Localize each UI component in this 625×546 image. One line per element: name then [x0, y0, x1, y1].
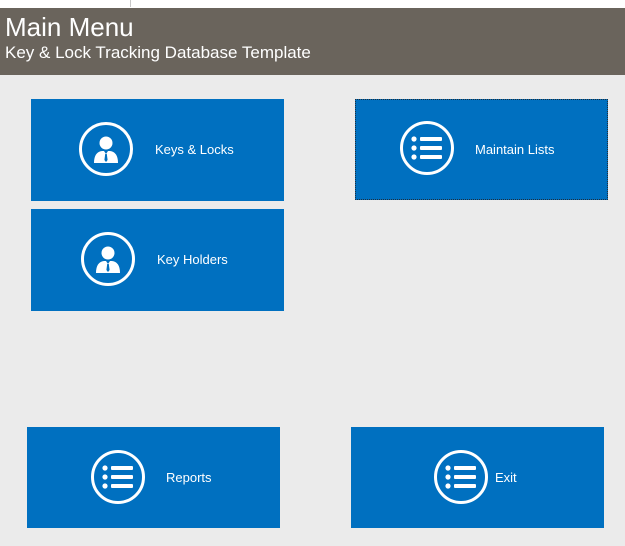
maintain-lists-label: Maintain Lists	[475, 142, 555, 157]
window-top-strip	[0, 0, 625, 8]
list-icon	[91, 450, 145, 504]
key-holders-button[interactable]: Key Holders	[31, 209, 284, 311]
maintain-lists-button[interactable]: Maintain Lists	[355, 99, 608, 200]
person-icon	[79, 122, 133, 176]
page-title: Main Menu	[5, 12, 134, 42]
header-banner: Main Menu Key & Lock Tracking Database T…	[0, 8, 625, 75]
keys-locks-label: Keys & Locks	[155, 142, 234, 157]
tab-edge	[0, 0, 131, 7]
person-icon	[81, 232, 135, 286]
key-holders-label: Key Holders	[157, 252, 228, 267]
reports-button[interactable]: Reports	[27, 427, 280, 528]
keys-locks-button[interactable]: Keys & Locks	[31, 99, 284, 201]
exit-label: Exit	[495, 470, 517, 485]
exit-button[interactable]: Exit	[351, 427, 604, 528]
list-icon	[400, 121, 454, 175]
reports-label: Reports	[166, 470, 212, 485]
page-subtitle: Key & Lock Tracking Database Template	[5, 43, 311, 62]
list-icon	[434, 450, 488, 504]
